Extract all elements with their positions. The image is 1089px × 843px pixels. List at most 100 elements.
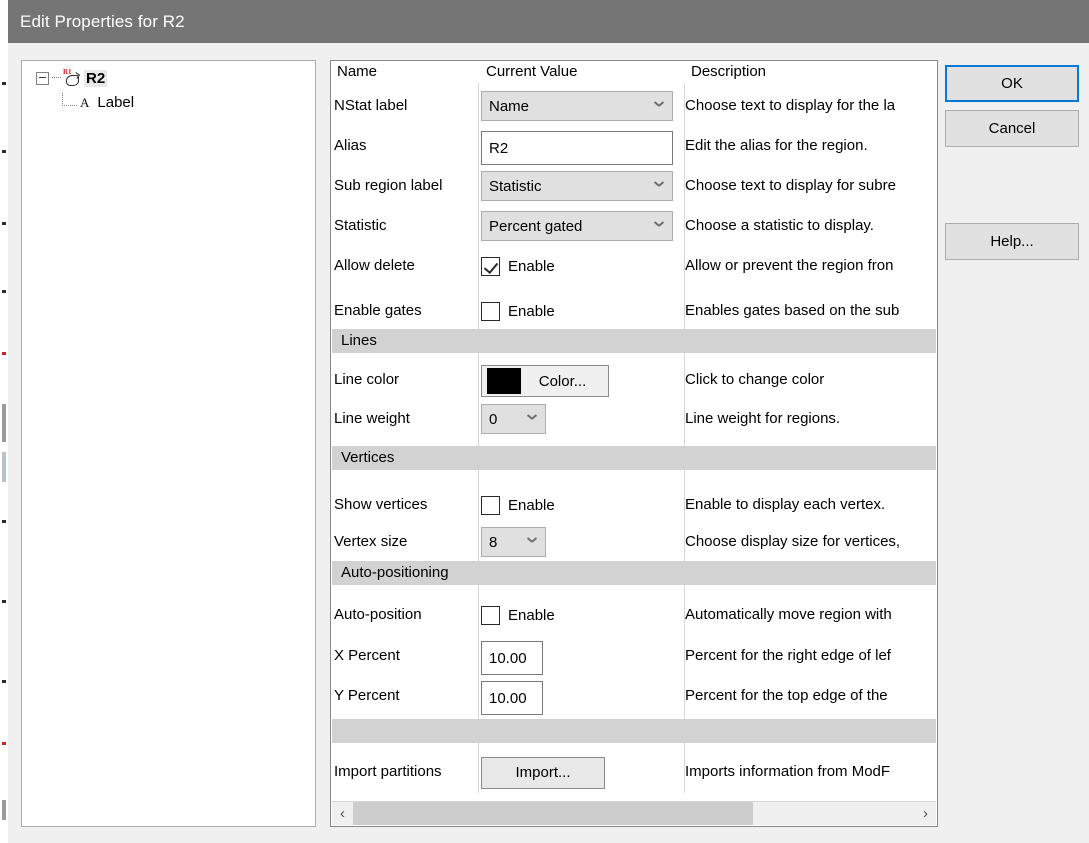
dropdown-value: Percent gated bbox=[489, 218, 582, 235]
row-value-cell: Enable bbox=[481, 296, 555, 326]
checkbox-icon[interactable] bbox=[481, 302, 500, 321]
row-value-cell bbox=[481, 641, 543, 675]
horizontal-scrollbar[interactable]: ‹ › bbox=[332, 801, 936, 825]
allow-delete-checkbox[interactable]: Enable bbox=[481, 251, 555, 281]
column-header-description: Description bbox=[691, 63, 766, 80]
row-description: Click to change color bbox=[685, 371, 937, 388]
bg-mark bbox=[2, 800, 6, 820]
checkbox-icon[interactable] bbox=[481, 606, 500, 625]
row-y-percent: Y Percent Percent for the top edge of th… bbox=[331, 677, 937, 717]
row-value-cell: 0 bbox=[481, 404, 546, 434]
scroll-right-arrow-icon[interactable]: › bbox=[915, 802, 936, 825]
import-button[interactable]: Import... bbox=[481, 757, 605, 789]
show-vertices-checkbox[interactable]: Enable bbox=[481, 490, 555, 520]
row-description: Percent for the top edge of the bbox=[685, 687, 937, 704]
bg-mark bbox=[2, 290, 6, 293]
chevron-down-icon bbox=[655, 103, 663, 111]
row-value-cell bbox=[481, 131, 673, 165]
row-show-vertices: Show vertices Enable Enable to display e… bbox=[331, 486, 937, 526]
color-swatch-icon bbox=[487, 368, 521, 394]
row-vertex-size: Vertex size 8 Choose display size for ve… bbox=[331, 523, 937, 563]
grid-header-row: Name Current Value Description bbox=[331, 61, 937, 83]
bg-mark bbox=[2, 222, 6, 225]
row-value-cell: Import... bbox=[481, 757, 605, 789]
row-x-percent: X Percent Percent for the right edge of … bbox=[331, 637, 937, 677]
checkbox-label: Enable bbox=[508, 497, 555, 514]
row-description: Imports information from ModF bbox=[685, 763, 937, 780]
row-value-cell: Enable bbox=[481, 490, 555, 520]
object-tree-panel[interactable]: R1 R2 A Label bbox=[21, 60, 316, 827]
row-value-cell: Name bbox=[481, 91, 673, 121]
row-label: Show vertices bbox=[334, 496, 427, 513]
tree-connector bbox=[52, 77, 61, 79]
cancel-button[interactable]: Cancel bbox=[945, 110, 1079, 147]
row-value-cell: Enable bbox=[481, 600, 555, 630]
row-label: NStat label bbox=[334, 97, 407, 114]
row-label: Allow delete bbox=[334, 257, 415, 274]
row-description: Choose text to display for subre bbox=[685, 177, 937, 194]
enable-gates-checkbox[interactable]: Enable bbox=[481, 296, 555, 326]
row-description: Line weight for regions. bbox=[685, 410, 937, 427]
collapse-expander-icon[interactable] bbox=[36, 72, 49, 85]
row-label: Auto-position bbox=[334, 606, 422, 623]
row-label: Statistic bbox=[334, 217, 387, 234]
scrollbar-thumb[interactable] bbox=[353, 802, 753, 825]
line-weight-dropdown[interactable]: 0 bbox=[481, 404, 546, 434]
row-description: Choose text to display for the la bbox=[685, 97, 937, 114]
checkbox-label: Enable bbox=[508, 607, 555, 624]
chevron-down-icon bbox=[528, 539, 536, 547]
alias-input[interactable] bbox=[481, 131, 673, 165]
y-percent-input[interactable] bbox=[481, 681, 543, 715]
row-value-cell: Statistic bbox=[481, 171, 673, 201]
row-enable-gates: Enable gates Enable Enables gates based … bbox=[331, 292, 937, 332]
column-header-current-value: Current Value bbox=[486, 63, 577, 80]
nstat-label-dropdown[interactable]: Name bbox=[481, 91, 673, 121]
dropdown-value: Name bbox=[489, 98, 529, 115]
bg-mark bbox=[2, 82, 6, 85]
row-sub-region-label: Sub region label Statistic Choose text t… bbox=[331, 167, 937, 207]
auto-position-checkbox[interactable]: Enable bbox=[481, 600, 555, 630]
row-description: Edit the alias for the region. bbox=[685, 137, 937, 154]
region-icon: R1 bbox=[63, 70, 80, 86]
row-nstat-label: NStat label Name Choose text to display … bbox=[331, 87, 937, 127]
bg-mark bbox=[2, 404, 6, 442]
row-alias: Alias Edit the alias for the region. bbox=[331, 127, 937, 167]
row-description: Automatically move region with bbox=[685, 606, 937, 623]
dialog-titlebar: Edit Properties for R2 bbox=[8, 0, 1089, 43]
row-description: Percent for the right edge of lef bbox=[685, 647, 937, 664]
sub-region-label-dropdown[interactable]: Statistic bbox=[481, 171, 673, 201]
row-label: Import partitions bbox=[334, 763, 442, 780]
row-value-cell: Enable bbox=[481, 251, 555, 281]
row-statistic: Statistic Percent gated Choose a statist… bbox=[331, 207, 937, 247]
row-label: X Percent bbox=[334, 647, 400, 664]
x-percent-input[interactable] bbox=[481, 641, 543, 675]
row-label: Vertex size bbox=[334, 533, 407, 550]
row-auto-position: Auto-position Enable Automatically move … bbox=[331, 596, 937, 636]
section-title: Auto-positioning bbox=[341, 564, 449, 581]
checkbox-label: Enable bbox=[508, 303, 555, 320]
line-color-button[interactable]: Color... bbox=[481, 365, 609, 397]
statistic-dropdown[interactable]: Percent gated bbox=[481, 211, 673, 241]
row-value-cell bbox=[481, 681, 543, 715]
checkmark-icon[interactable] bbox=[481, 257, 500, 276]
row-value-cell: Color... bbox=[481, 365, 609, 397]
checkbox-label: Enable bbox=[508, 258, 555, 275]
section-title: Vertices bbox=[341, 449, 394, 466]
checkbox-icon[interactable] bbox=[481, 496, 500, 515]
section-header-blank bbox=[332, 719, 936, 743]
properties-grid: Name Current Value Description NStat lab… bbox=[330, 60, 938, 827]
scroll-left-arrow-icon[interactable]: ‹ bbox=[332, 802, 353, 825]
tree-connector bbox=[62, 93, 77, 106]
row-description: Enables gates based on the sub bbox=[685, 302, 937, 319]
bg-mark bbox=[2, 742, 6, 745]
vertex-size-dropdown[interactable]: 8 bbox=[481, 527, 546, 557]
tree-item-label: R2 bbox=[84, 70, 107, 87]
help-button[interactable]: Help... bbox=[945, 223, 1079, 260]
color-button-label: Color... bbox=[521, 373, 608, 390]
ok-button[interactable]: OK bbox=[945, 65, 1079, 102]
bg-mark bbox=[2, 352, 6, 355]
tree-item-label-node[interactable]: A Label bbox=[62, 91, 136, 113]
tree-item-r2[interactable]: R1 R2 bbox=[36, 67, 107, 89]
row-description: Choose display size for vertices, bbox=[685, 533, 937, 550]
row-import-partitions: Import partitions Import... Imports info… bbox=[331, 753, 937, 793]
